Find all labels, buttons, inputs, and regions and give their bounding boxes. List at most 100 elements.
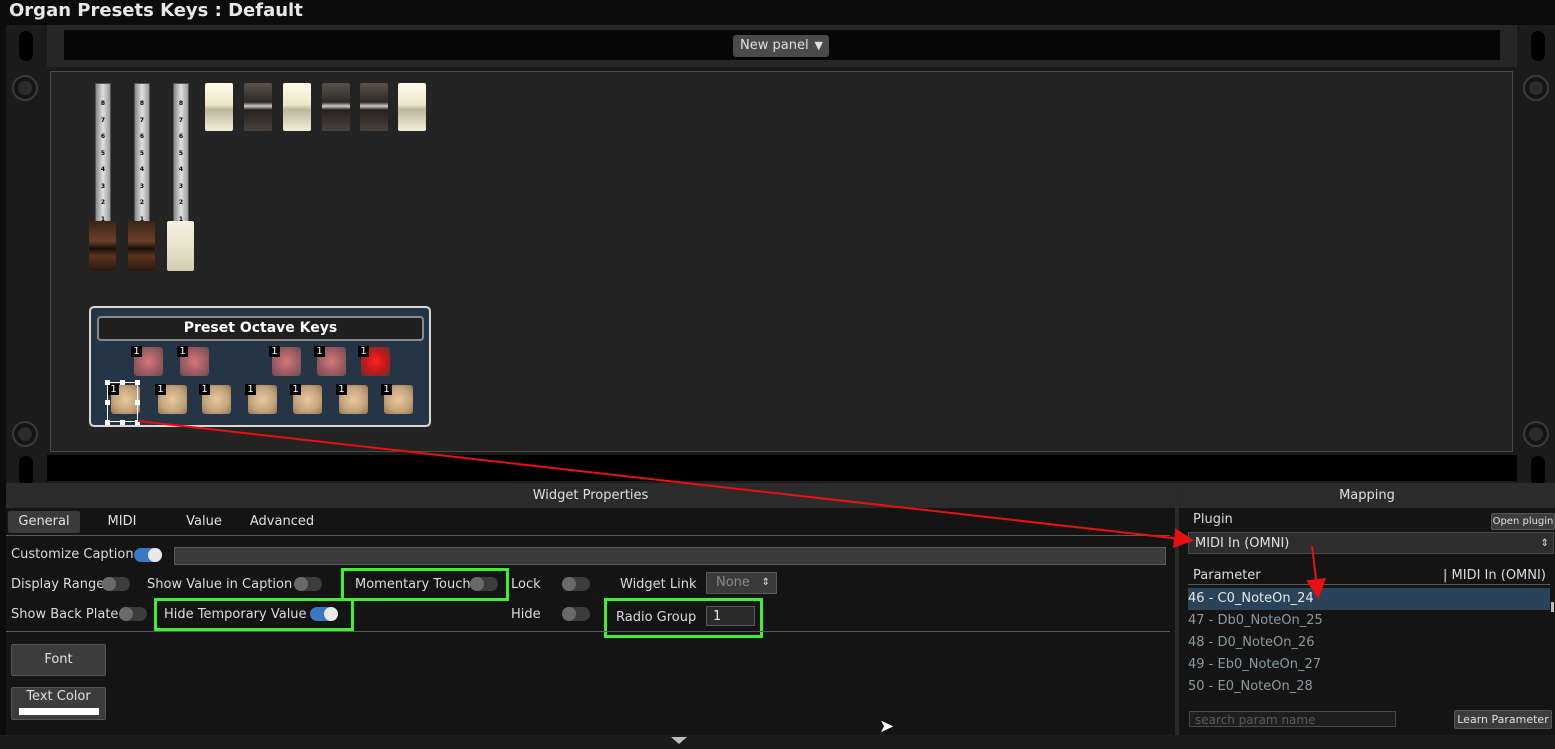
mapping-header: Mapping (1179, 483, 1555, 508)
resize-handle[interactable] (135, 420, 140, 425)
bottom-bar (0, 735, 1555, 749)
updown-icon: ⇕ (761, 577, 770, 588)
drawbar-handle[interactable] (167, 221, 194, 271)
parameter-row[interactable]: 50 - E0_NoteOn_28 (1188, 676, 1313, 698)
widget-link-label: Widget Link (620, 577, 697, 592)
caption-input[interactable] (174, 547, 1166, 565)
font-button[interactable]: Font (11, 644, 106, 676)
drawbar-number: 5 (178, 149, 184, 157)
radio-group-label: Radio Group (616, 610, 697, 625)
plugin-label: Plugin (1193, 512, 1233, 527)
screw-icon (12, 75, 38, 101)
plugin-select[interactable]: MIDI In (OMNI) ⇕ (1188, 532, 1554, 554)
window-title: Organ Presets Keys : Default (9, 0, 303, 21)
radio-group-input[interactable]: 1 (706, 606, 755, 626)
tab-midi[interactable]: MIDI (96, 511, 148, 533)
radio-group-badge: 1 (177, 346, 188, 357)
drawbar-number: 4 (178, 166, 184, 173)
widget-link-select[interactable]: None ⇕ (706, 572, 777, 594)
stop-tab[interactable] (398, 83, 426, 131)
drawbar-number: 3 (100, 182, 106, 190)
tab-general[interactable]: General (8, 511, 80, 533)
rack-slot (19, 31, 33, 61)
parameter-row[interactable]: 49 - Eb0_NoteOn_27 (1188, 654, 1321, 676)
parameter-row[interactable]: 47 - Db0_NoteOn_25 (1188, 610, 1323, 632)
drawbar-number: 7 (139, 116, 145, 124)
drawbar-number: 2 (178, 199, 184, 206)
hide-temporary-value-toggle[interactable] (310, 607, 338, 621)
drawbar-number: 8 (178, 100, 184, 107)
stop-tab[interactable] (322, 83, 350, 131)
radio-group-badge: 1 (131, 346, 142, 357)
stop-tab[interactable] (283, 83, 311, 131)
display-range-toggle[interactable] (102, 577, 130, 591)
drawbar-track: 87654321 (95, 83, 111, 235)
divider (6, 631, 1170, 632)
radio-group-badge: 1 (358, 346, 369, 357)
screw-icon (12, 421, 38, 447)
drawbar-number: 3 (139, 182, 145, 190)
hide-temporary-value-label: Hide Temporary Value (164, 607, 307, 622)
widget-link-value: None (716, 575, 750, 590)
momentary-touch-toggle[interactable] (470, 577, 498, 591)
text-color-label: Text Color (26, 689, 91, 704)
drawbar-number: 8 (139, 100, 145, 107)
tab-value[interactable]: Value (180, 511, 228, 533)
open-plugin-button[interactable]: Open plugin (1491, 513, 1555, 530)
drawbar-track: 87654321 (134, 83, 150, 235)
drawbar-number: 4 (139, 166, 145, 173)
learn-parameter-button[interactable]: Learn Parameter (1454, 710, 1552, 729)
rack-bottom-rail (47, 455, 1517, 481)
rack-slot (1531, 31, 1545, 61)
divider (6, 535, 1170, 536)
lock-label: Lock (511, 577, 541, 592)
resize-handle[interactable] (135, 400, 140, 405)
drawbar-number: 7 (100, 116, 106, 124)
screw-icon (1523, 75, 1549, 101)
stop-tab[interactable] (205, 83, 233, 131)
stop-tab[interactable] (244, 83, 272, 131)
resize-handle[interactable] (105, 420, 110, 425)
hide-toggle[interactable] (562, 607, 590, 621)
drawbar-number: 4 (100, 166, 106, 173)
drawbar-number: 8 (100, 100, 106, 107)
drawbar-handle[interactable] (89, 221, 116, 271)
parameter-row[interactable]: 48 - D0_NoteOn_26 (1188, 632, 1315, 654)
radio-group-badge: 1 (314, 346, 325, 357)
resize-handle[interactable] (120, 380, 125, 385)
drawbar-number: 5 (100, 149, 106, 157)
resize-handle[interactable] (105, 400, 110, 405)
radio-group-badge: 1 (290, 384, 301, 395)
plugin-select-value: MIDI In (OMNI) (1195, 536, 1290, 551)
radio-group-badge: 1 (155, 384, 166, 395)
radio-group-badge: 1 (269, 346, 280, 357)
scrollbar-thumb[interactable] (1551, 602, 1554, 612)
stop-tab[interactable] (360, 83, 388, 131)
tab-advanced[interactable]: Advanced (247, 511, 317, 533)
rack-slot (19, 456, 33, 486)
show-back-plate-toggle[interactable] (119, 607, 147, 621)
parameter-row[interactable]: 46 - C0_NoteOn_24 (1188, 588, 1550, 610)
customize-caption-label: Customize Caption (11, 547, 134, 562)
search-param-input[interactable]: search param name (1189, 711, 1396, 727)
resize-handle[interactable] (120, 420, 125, 425)
resize-handle[interactable] (135, 380, 140, 385)
drawbar-number: 2 (100, 199, 106, 206)
resize-handle[interactable] (105, 380, 110, 385)
customize-caption-toggle[interactable] (134, 548, 162, 562)
text-color-button[interactable]: Text Color (11, 687, 106, 720)
show-value-in-caption-toggle[interactable] (294, 577, 322, 591)
preset-group-title: Preset Octave Keys (97, 316, 424, 341)
panel-select-dropdown[interactable]: New panel ▼ (733, 35, 829, 57)
radio-group-badge: 1 (245, 384, 256, 395)
lock-toggle[interactable] (562, 577, 590, 591)
widget-properties-header: Widget Properties (6, 483, 1175, 508)
radio-group-badge: 1 (381, 384, 392, 395)
show-value-in-caption-label: Show Value in Caption (147, 577, 293, 592)
drawbar-number: 6 (178, 133, 184, 140)
divider (1188, 584, 1550, 585)
collapse-arrow-icon[interactable] (671, 737, 687, 744)
screw-icon (1523, 421, 1549, 447)
drawbar-number: 2 (139, 199, 145, 206)
drawbar-handle[interactable] (128, 221, 155, 271)
